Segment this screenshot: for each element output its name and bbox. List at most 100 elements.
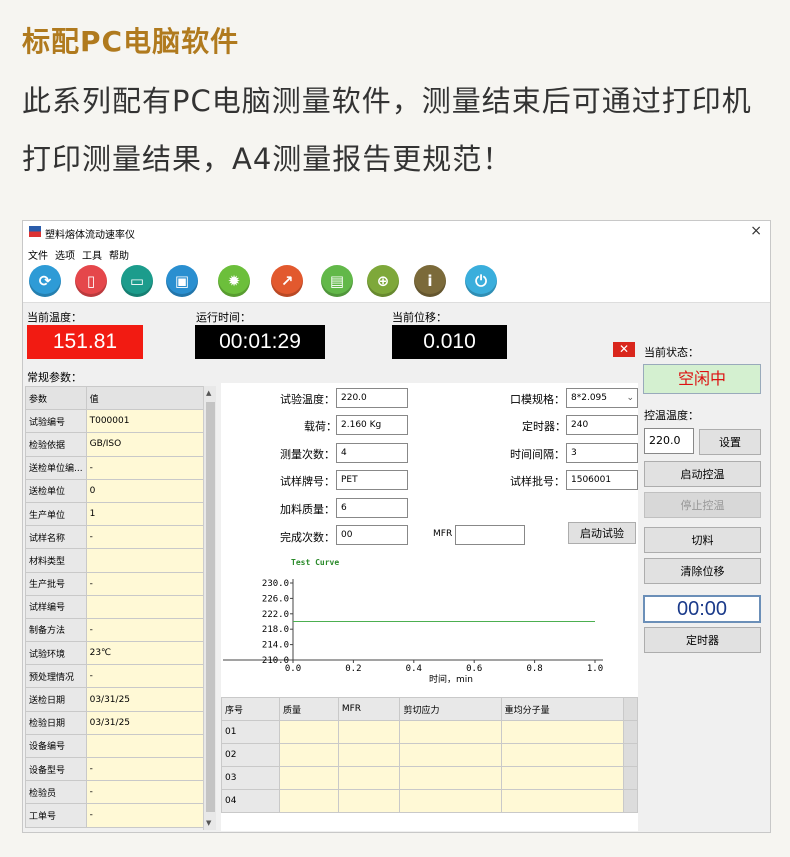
results-row[interactable]: 03 [221,766,638,790]
y-tick-label: 222.0 [262,610,289,620]
param-row: 设备型号 - [25,756,216,782]
info-icon[interactable]: i [414,265,446,297]
app-window: 塑料熔体流动速率仪 × 文件 选项 工具 帮助 ⟳ ▯ ▭ ▣ ✹ ↗ ▤ ⊕ i ⏻ 当前温度：… [22,220,771,833]
current-temp-label: 当前温度： [27,311,82,324]
time-interval-input[interactable]: 3 [566,443,638,463]
param-row: 试样名称 - [25,525,216,550]
x-tick-label: 0.8 [526,664,542,674]
param-value-cell[interactable] [85,548,216,573]
param-value-cell[interactable] [85,733,216,759]
param-value-cell[interactable]: - [85,756,216,782]
results-header-row: 序号 质量 MFR 剪切应力 重均分子量 [221,697,638,721]
param-value-cell[interactable]: - [85,455,216,480]
scroll-down-icon[interactable]: ▼ [206,819,211,827]
results-column-header[interactable]: 重均分子量 [500,697,625,721]
scroll-thumb[interactable] [206,402,215,812]
param-value-cell[interactable]: - [85,803,216,828]
current-displacement-display: 0.010 [392,325,507,359]
sample-grade-input[interactable]: PET [336,470,408,490]
refresh-icon[interactable]: ⟳ [29,265,61,297]
completed-count-input[interactable]: 00 [336,525,408,545]
param-value-cell[interactable]: 23℃ [85,641,216,666]
app-logo-icon [29,226,41,237]
measure-count-input[interactable]: 4 [336,443,408,463]
sample-batch-label: 试样批号： [510,475,565,488]
feed-mass-input[interactable]: 6 [336,498,408,518]
param-value-cell[interactable]: 03/31/25 [85,710,216,735]
results-column-header[interactable]: 质量 [279,697,339,721]
param-key: 送检单位 [25,478,87,503]
timer-setting-input[interactable]: 240 [566,415,638,435]
sample-batch-input[interactable]: 1506001 [566,470,638,490]
zoom-icon[interactable]: ⊕ [367,265,399,297]
results-column-header[interactable]: MFR [337,697,401,721]
alarm-x-icon: ✕ [613,342,635,357]
param-row: 送检日期 03/31/25 [25,687,216,712]
window-title: 塑料熔体流动速率仪 [45,230,135,241]
current-displacement-label: 当前位移： [392,311,447,324]
export-icon[interactable]: ↗ [271,265,303,297]
param-value-cell[interactable]: 1 [85,501,216,527]
menu-file[interactable]: 文件 [28,247,48,262]
open-folder-icon[interactable]: ▭ [121,265,153,297]
params-scrollbar[interactable]: ▲ ▼ [203,386,216,830]
results-row[interactable]: 01 [221,720,638,744]
params-header-row: 参数 值 [25,385,216,411]
ctrl-temp-input[interactable]: 220.0 [644,428,694,454]
die-spec-select[interactable]: 8*2.095 ⌄ [566,388,638,408]
param-key: 送检日期 [25,687,87,712]
y-tick-label: 214.0 [262,641,289,651]
param-value-cell[interactable]: GB/ISO [85,432,216,457]
completed-count-label: 完成次数： [280,531,335,544]
menu-help[interactable]: 帮助 [109,247,129,262]
param-value-cell[interactable] [85,594,216,619]
save-icon[interactable]: ▣ [166,265,198,297]
time-interval-label: 时间间隔： [510,448,565,461]
results-table: 序号 质量 MFR 剪切应力 重均分子量 01 02 03 04 [221,697,638,813]
results-cell [337,743,401,767]
param-row: 材料类型 [25,548,216,573]
params-header-key: 参数 [25,385,87,411]
param-value-cell[interactable]: - [85,571,216,596]
test-temp-input[interactable]: 220.0 [336,388,408,408]
results-column-header[interactable]: 序号 [221,697,280,721]
start-temp-control-button[interactable]: 启动控温 [644,461,761,487]
scroll-up-icon[interactable]: ▲ [206,389,211,397]
set-temp-button[interactable]: 设置 [699,429,761,455]
results-row[interactable]: 02 [221,743,638,767]
param-key: 试验环境 [25,641,87,666]
param-value-cell[interactable]: - [85,617,216,643]
param-key: 检验员 [25,780,87,805]
cut-material-button[interactable]: 切料 [644,527,761,553]
power-icon[interactable]: ⏻ [465,265,497,297]
mfr-input[interactable] [455,525,525,545]
results-scroll-cell [623,743,638,767]
hero-desc-line-1: 此系列配有PC电脑测量软件，测量结束后可通过打印机 [22,84,752,118]
param-value-cell[interactable]: 0 [85,478,216,503]
param-key: 设备型号 [25,756,87,782]
close-window-icon[interactable]: × [750,223,762,239]
results-cell [500,789,625,813]
timer-display: 00:00 [643,595,761,623]
param-value-cell[interactable]: - [85,525,216,550]
settings-gear-icon[interactable]: ✹ [218,265,250,297]
timer-button[interactable]: 定时器 [644,627,761,653]
results-row[interactable]: 04 [221,789,638,813]
menu-tools[interactable]: 工具 [82,247,102,262]
param-value-cell[interactable]: T000001 [85,409,216,434]
results-column-header[interactable]: 剪切应力 [399,697,502,721]
hero-title: 标配PC电脑软件 [22,25,240,58]
print-icon[interactable]: ▤ [321,265,353,297]
menu-options[interactable]: 选项 [55,247,75,262]
stop-temp-control-button[interactable]: 停止控温 [644,492,761,518]
param-value-cell[interactable]: - [85,780,216,805]
clear-displacement-button[interactable]: 清除位移 [644,558,761,584]
new-file-icon[interactable]: ▯ [75,265,107,297]
load-input[interactable]: 2.160 Kg [336,415,408,435]
param-value-cell[interactable]: - [85,664,216,689]
results-scroll-cell [623,766,638,790]
y-tick-label: 230.0 [262,579,289,589]
param-key: 生产单位 [25,501,87,527]
start-test-button[interactable]: 启动试验 [568,522,636,544]
param-value-cell[interactable]: 03/31/25 [85,687,216,712]
